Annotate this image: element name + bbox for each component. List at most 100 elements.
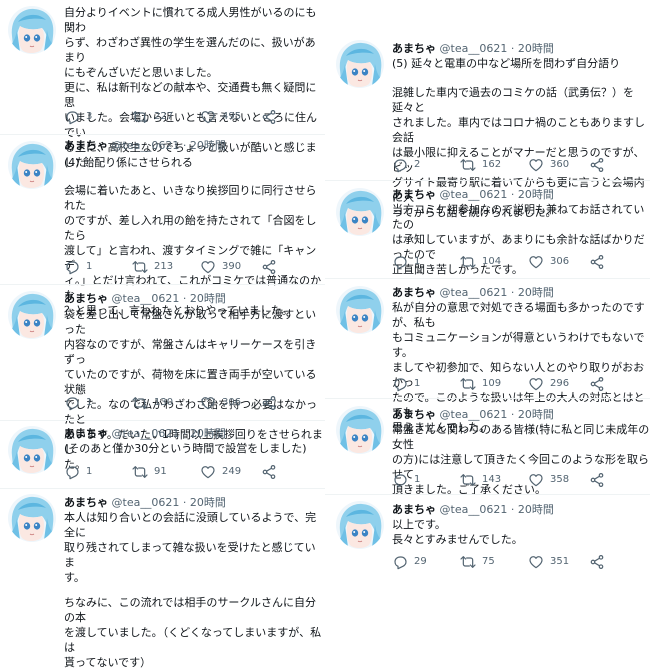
tweet[interactable]: あまちゃ @tea__0621 · 20時間 (そのあと僅か30分という時間で設…	[0, 422, 325, 488]
tweet[interactable]: あまちゃ @tea__0621 · 20時間 当方コミケ初参加なので説明も兼ねて…	[325, 184, 650, 276]
display-name[interactable]: あまちゃ	[64, 139, 108, 152]
tweet[interactable]: あまちゃ @tea__0621 · 20時間 私が自分の意思で対処できる場面も多…	[325, 282, 650, 434]
display-name[interactable]: あまちゃ	[392, 188, 436, 201]
avatar[interactable]	[8, 141, 56, 189]
timestamp[interactable]: 20時間	[190, 292, 226, 305]
reply-button[interactable]: 3	[64, 109, 92, 125]
user-handle[interactable]: @tea__0621	[112, 496, 180, 509]
timestamp[interactable]: 20時間	[190, 496, 226, 509]
avatar[interactable]	[8, 6, 56, 54]
timestamp[interactable]: 20時間	[518, 503, 554, 516]
tweet[interactable]: あまちゃ @tea__0621 · 20時間 本人は知り合いとの会話に没頭してい…	[0, 490, 325, 669]
timestamp[interactable]: 20時間	[518, 408, 554, 421]
tweet[interactable]: あまちゃ @tea__0621 · 20時間 (5) 延々と電車の中など場所を問…	[325, 36, 650, 219]
timestamp[interactable]: 20時間	[518, 188, 554, 201]
share-button[interactable]	[261, 464, 283, 480]
tweet[interactable]: あまちゃ @tea__0621 · 20時間 以上です。 長々とすみませんでした…	[325, 497, 650, 575]
retweet-button[interactable]: 227	[132, 109, 173, 125]
user-handle[interactable]: @tea__0621	[440, 42, 508, 55]
timestamp[interactable]: 20時間	[190, 427, 226, 440]
avatar[interactable]	[8, 291, 56, 339]
retweet-count: 75	[482, 556, 495, 567]
timestamp[interactable]: 20時間	[518, 286, 554, 299]
like-button[interactable]: 390	[200, 259, 241, 275]
user-handle[interactable]: @tea__0621	[440, 286, 508, 299]
avatar[interactable]	[336, 40, 384, 88]
display-name[interactable]: あまちゃ	[392, 503, 436, 516]
share-button[interactable]	[589, 254, 611, 270]
user-handle[interactable]: @tea__0621	[440, 503, 508, 516]
reply-icon	[64, 109, 80, 125]
share-button[interactable]	[589, 554, 611, 570]
share-button[interactable]	[589, 472, 611, 488]
retweet-count: 227	[154, 111, 174, 122]
display-name[interactable]: あまちゃ	[392, 286, 436, 299]
divider	[0, 134, 325, 135]
retweet-button[interactable]: 75	[460, 554, 495, 570]
tweet-header: あまちゃ @tea__0621 · 20時間	[64, 139, 226, 152]
user-handle[interactable]: @tea__0621	[440, 408, 508, 421]
tweet-line: ちなみに、この流れでは相手のサークルさんに自分の本	[64, 596, 317, 624]
like-button[interactable]: 358	[528, 472, 569, 488]
retweet-count: 104	[482, 256, 502, 267]
avatar[interactable]	[336, 286, 384, 334]
reply-button[interactable]: 1	[64, 395, 92, 411]
reply-button[interactable]: 1	[64, 464, 92, 480]
reply-button[interactable]: 1	[64, 259, 92, 275]
retweet-button[interactable]: 213	[132, 259, 173, 275]
retweet-button[interactable]: 143	[460, 472, 501, 488]
display-name[interactable]: あまちゃ	[64, 292, 108, 305]
share-button[interactable]	[261, 109, 283, 125]
tweet[interactable]: あまちゃ @tea__0621 · 20時間 常盤さんと関わりのある皆様(特に私…	[325, 402, 650, 496]
share-button[interactable]	[261, 259, 283, 275]
timestamp[interactable]: 20時間	[518, 42, 554, 55]
user-handle[interactable]: @tea__0621	[112, 292, 180, 305]
share-icon	[589, 157, 605, 173]
tweet[interactable]: あまちゃ @tea__0621 · 20時間 袋を差し出して常盤さんが取って相手…	[0, 287, 325, 471]
timestamp[interactable]: 20時間	[190, 139, 226, 152]
share-button[interactable]	[261, 395, 283, 411]
reply-button[interactable]: 1	[392, 254, 420, 270]
avatar[interactable]	[336, 501, 384, 549]
share-button[interactable]	[589, 376, 611, 392]
reply-button[interactable]: 29	[392, 554, 427, 570]
avatar[interactable]	[8, 494, 56, 542]
tweet-line	[392, 71, 650, 85]
like-button[interactable]: 296	[528, 376, 569, 392]
display-name[interactable]: あまちゃ	[392, 42, 436, 55]
tweet-line: 会場に着いたあと、いきなり挨拶回りに同行させられた	[64, 184, 317, 212]
like-button[interactable]: 306	[528, 254, 569, 270]
retweet-button[interactable]: 104	[460, 254, 501, 270]
retweet-button[interactable]: 91	[132, 464, 167, 480]
tweet-line: (4) 飴配り係にさせられる	[64, 156, 193, 169]
like-button[interactable]: 360	[528, 157, 569, 173]
like-button[interactable]: 495	[200, 109, 241, 125]
reply-button[interactable]: 2	[392, 157, 420, 173]
reply-icon	[392, 472, 408, 488]
share-button[interactable]	[589, 157, 611, 173]
display-name[interactable]: あまちゃ	[64, 496, 108, 509]
retweet-icon	[132, 259, 148, 275]
avatar[interactable]	[336, 188, 384, 236]
like-button[interactable]: 249	[200, 464, 241, 480]
avatar[interactable]	[336, 406, 384, 454]
like-icon	[200, 395, 216, 411]
retweet-button[interactable]: 130	[132, 395, 173, 411]
user-handle[interactable]: @tea__0621	[112, 139, 180, 152]
retweet-button[interactable]: 109	[460, 376, 501, 392]
retweet-button[interactable]: 162	[460, 157, 501, 173]
avatar[interactable]	[8, 426, 56, 474]
display-name[interactable]: あまちゃ	[64, 427, 108, 440]
tweet[interactable]: 自分よりイベントに慣れてる成人男性がいるのにも関わ らず、わざわざ異性の学生を選…	[0, 0, 325, 169]
tweet[interactable]: あまちゃ @tea__0621 · 20時間 (4) 飴配り係にさせられる 会場…	[0, 137, 325, 317]
display-name[interactable]: あまちゃ	[392, 408, 436, 421]
like-count: 296	[550, 378, 570, 389]
like-button[interactable]: 351	[528, 554, 569, 570]
divider	[0, 488, 325, 489]
user-handle[interactable]: @tea__0621	[440, 188, 508, 201]
user-handle[interactable]: @tea__0621	[112, 427, 180, 440]
reply-button[interactable]: 1	[392, 376, 420, 392]
reply-button[interactable]: 1	[392, 472, 420, 488]
like-button[interactable]: 306	[200, 395, 241, 411]
reply-icon	[64, 464, 80, 480]
